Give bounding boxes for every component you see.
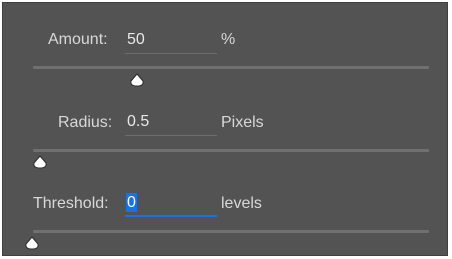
amount-label: Amount: — [48, 31, 108, 48]
amount-unit: % — [221, 31, 236, 48]
radius-slider-track[interactable] — [33, 149, 429, 152]
amount-slider-thumb-icon[interactable] — [129, 73, 145, 87]
radius-unit: Pixels — [221, 114, 264, 131]
threshold-slider-track[interactable] — [33, 230, 429, 233]
threshold-unit: levels — [221, 195, 262, 212]
threshold-slider-thumb-icon[interactable] — [24, 236, 40, 250]
radius-input[interactable] — [125, 110, 219, 134]
radius-slider-thumb-icon[interactable] — [32, 155, 48, 169]
radius-label: Radius: — [58, 114, 113, 131]
threshold-field[interactable]: 0 — [125, 191, 219, 217]
amount-input[interactable] — [125, 28, 219, 52]
amount-slider-track[interactable] — [33, 66, 429, 69]
radius-field[interactable] — [125, 110, 219, 136]
threshold-label: Threshold: — [33, 195, 109, 212]
threshold-input[interactable] — [125, 191, 219, 215]
amount-field[interactable] — [125, 28, 219, 54]
